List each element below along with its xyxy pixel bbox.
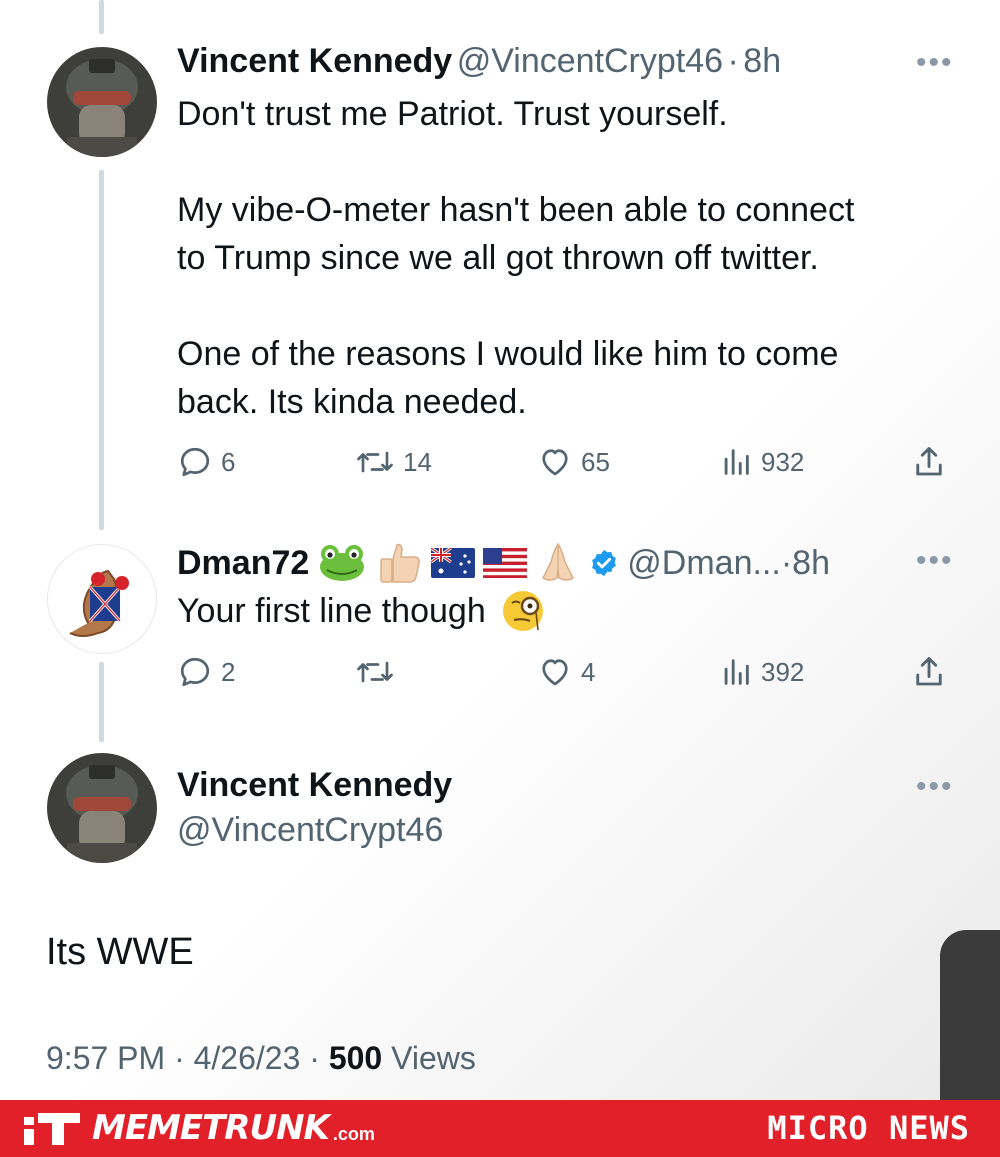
author-name[interactable]: Dman72 bbox=[177, 544, 309, 583]
author-name[interactable]: Vincent Kennedy bbox=[177, 42, 452, 80]
retweet-icon bbox=[357, 451, 393, 473]
avatar[interactable] bbox=[47, 544, 157, 654]
text-line: Your first line though bbox=[177, 592, 486, 630]
text-line: back. Its kinda needed. bbox=[177, 383, 527, 421]
verified-badge-icon bbox=[592, 549, 617, 577]
praying-hands-emoji bbox=[542, 542, 575, 581]
text-line: Don't trust me Patriot. Trust yourself. bbox=[177, 95, 728, 133]
author-handle[interactable]: @Dman... bbox=[627, 544, 781, 583]
phone-edge bbox=[940, 930, 1000, 1100]
tweet-2-header: Dman72 @Dman... · 8h bbox=[177, 540, 830, 586]
thread-line-1 bbox=[99, 170, 104, 530]
memetrunk-banner: MEMETRUNK .com MICRO NEWS bbox=[0, 1100, 1000, 1157]
like-count: 65 bbox=[581, 446, 610, 477]
retweet-count: 14 bbox=[403, 446, 432, 477]
retweet-icon bbox=[357, 661, 393, 683]
analytics-icon bbox=[724, 659, 749, 685]
text-line: One of the reasons I would like him to c… bbox=[177, 335, 839, 373]
tweet-2-actions: 2 4 392 bbox=[177, 654, 957, 694]
separator-dot: · bbox=[780, 543, 793, 582]
views-count: 392 bbox=[761, 656, 805, 687]
usa-flag-emoji bbox=[483, 548, 528, 578]
separator-dot: · bbox=[727, 42, 739, 80]
views-count: 500 bbox=[328, 1040, 383, 1076]
separator-dot: · bbox=[309, 1040, 320, 1076]
main-tweet-author: Vincent Kennedy @VincentCrypt46 bbox=[177, 766, 452, 850]
reply-button[interactable]: 6 bbox=[177, 444, 235, 480]
reply-button[interactable]: 2 bbox=[177, 654, 235, 690]
retweet-button[interactable]: 14 bbox=[355, 444, 432, 480]
soldier-avatar-image bbox=[47, 753, 157, 863]
reply-icon bbox=[180, 657, 210, 687]
reply-count: 2 bbox=[221, 656, 236, 687]
monocle-face-emoji bbox=[502, 591, 543, 631]
heart-icon bbox=[542, 659, 568, 686]
frog-emoji bbox=[320, 545, 365, 581]
post-time[interactable]: 8h bbox=[792, 544, 830, 583]
heart-icon bbox=[542, 449, 568, 476]
more-options-icon[interactable]: ••• bbox=[916, 46, 954, 80]
post-date[interactable]: 4/26/23 bbox=[194, 1040, 301, 1076]
analytics-icon bbox=[724, 449, 749, 475]
thread-line-top bbox=[99, 0, 104, 34]
like-button[interactable]: 65 bbox=[537, 444, 610, 480]
avatar[interactable] bbox=[47, 753, 157, 863]
like-count: 4 bbox=[581, 656, 596, 687]
thumbs-up-emoji bbox=[380, 543, 421, 583]
views-label: Views bbox=[391, 1040, 476, 1076]
more-options-icon[interactable]: ••• bbox=[916, 770, 954, 804]
author-handle[interactable]: @VincentCrypt46 bbox=[457, 42, 723, 80]
tweet-1-actions: 6 14 65 932 bbox=[177, 444, 957, 484]
separator-dot: · bbox=[174, 1040, 185, 1076]
text-line-blank bbox=[177, 138, 967, 186]
post-time[interactable]: 9:57 PM bbox=[46, 1040, 165, 1076]
memetrunk-logo-icon bbox=[24, 1113, 80, 1145]
share-icon bbox=[916, 657, 942, 686]
micro-news-label: MICRO NEWS bbox=[767, 1109, 970, 1147]
retweet-button[interactable] bbox=[355, 654, 403, 690]
views-count: 932 bbox=[761, 446, 805, 477]
soldier-avatar-image bbox=[47, 47, 157, 157]
like-button[interactable]: 4 bbox=[537, 654, 595, 690]
avatar[interactable] bbox=[47, 47, 157, 157]
views-button[interactable]: 932 bbox=[719, 444, 804, 480]
memetrunk-logo[interactable]: MEMETRUNK .com bbox=[22, 1108, 375, 1148]
more-options-icon[interactable]: ••• bbox=[916, 544, 954, 578]
reply-count: 6 bbox=[221, 446, 236, 477]
tweet-1-text: Don't trust me Patriot. Trust yourself. … bbox=[177, 90, 967, 426]
text-line: My vibe-O-meter hasn't been able to conn… bbox=[177, 191, 855, 229]
author-name[interactable]: Vincent Kennedy bbox=[177, 766, 452, 805]
main-tweet-text: Its WWE bbox=[46, 931, 194, 973]
brand-name: MEMETRUNK bbox=[92, 1108, 330, 1148]
tweet-2-text: Your first line though bbox=[177, 587, 546, 635]
australia-flag-emoji bbox=[431, 548, 476, 578]
reply-icon bbox=[180, 447, 210, 477]
share-button[interactable] bbox=[911, 444, 947, 480]
kangaroo-boxing-avatar-image bbox=[48, 545, 156, 653]
author-handle[interactable]: @VincentCrypt46 bbox=[177, 811, 452, 850]
text-line: to Trump since we all got thrown off twi… bbox=[177, 239, 819, 277]
brand-domain: .com bbox=[332, 1123, 375, 1144]
views-button[interactable]: 392 bbox=[719, 654, 804, 690]
post-time[interactable]: 8h bbox=[743, 42, 781, 80]
thread-line-2 bbox=[99, 662, 104, 742]
tweet-1-header: Vincent Kennedy @VincentCrypt46 · 8h bbox=[177, 42, 781, 81]
share-icon bbox=[916, 447, 942, 476]
share-button[interactable] bbox=[911, 654, 947, 690]
text-line-blank bbox=[177, 282, 967, 330]
main-tweet-timestamp: 9:57 PM · 4/26/23 · 500 Views bbox=[46, 1040, 476, 1077]
